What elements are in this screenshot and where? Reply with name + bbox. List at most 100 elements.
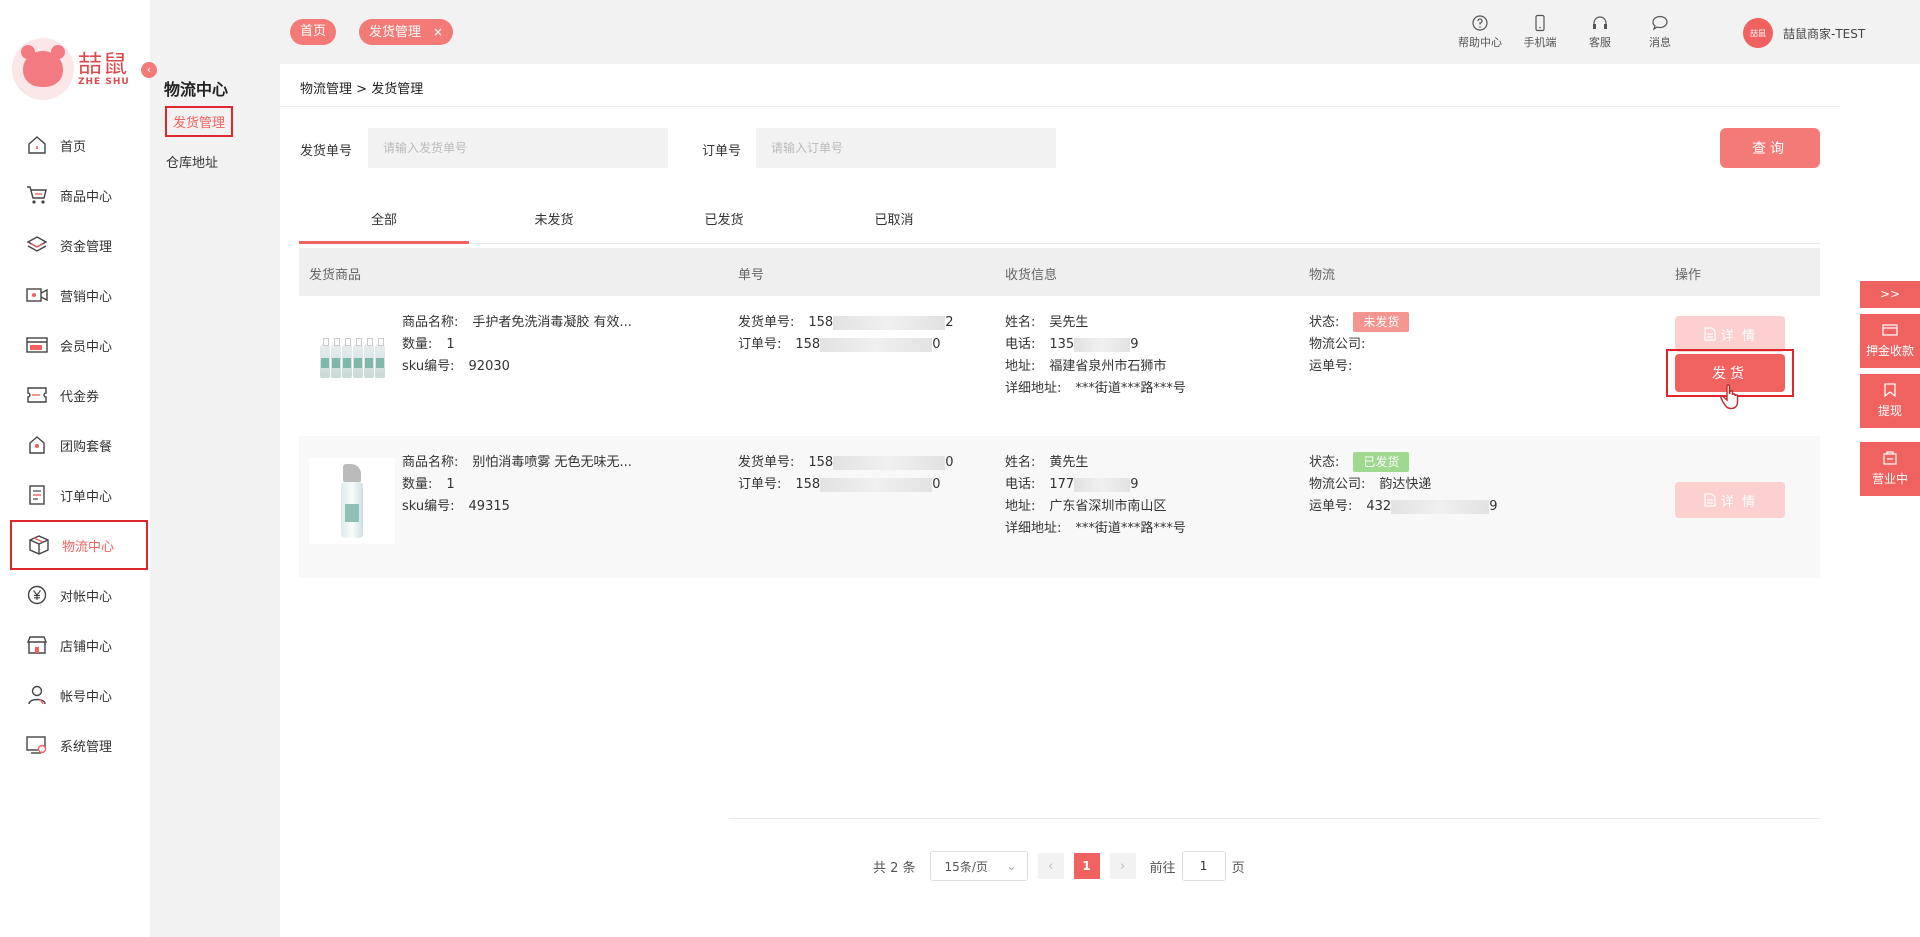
submenu-item-shipping[interactable]: 发货管理: [165, 106, 234, 137]
breadcrumb-current: 发货管理: [371, 82, 424, 97]
tracking-label: 运单号:: [1309, 499, 1353, 514]
breadcrumb-parent[interactable]: 物流管理: [300, 82, 352, 97]
user-icon: [26, 684, 48, 706]
ship-no-field-label: 发货单号:: [738, 455, 795, 470]
phone-label: 电话:: [1005, 477, 1036, 492]
product-image[interactable]: [309, 458, 395, 544]
mouse-logo-icon: [12, 38, 74, 100]
withdraw-button[interactable]: 提现: [1860, 374, 1920, 428]
redacted-blur: [833, 315, 946, 330]
table-row: 商品名称: 别怕消毒喷雾 无色无味无... 数量: 1 sku编号: 49315 发货…: [299, 436, 1820, 578]
detail-button[interactable]: 详 情: [1675, 482, 1785, 518]
float-toggle-button[interactable]: >>: [1860, 281, 1920, 308]
tracking-prefix: 432: [1366, 499, 1392, 514]
sidebar-item-coupons[interactable]: 代金券: [10, 370, 150, 420]
goto-page-input[interactable]: [1181, 851, 1226, 881]
top-bar: 首页 发货管理 × 帮助中心 手机端 客服 消息 喆鼠 喆鼠商家-TEST: [280, 0, 1920, 64]
store-icon: [26, 634, 48, 656]
quantity: 1: [446, 337, 455, 352]
logistics-company: 韵达快递: [1379, 477, 1432, 492]
settings-icon: [26, 734, 48, 756]
sku-label: sku编号:: [402, 359, 455, 374]
tab-cancelled[interactable]: 已取消: [809, 204, 979, 244]
tab-unshipped[interactable]: 未发货: [469, 204, 639, 244]
user-menu[interactable]: 喆鼠 喆鼠商家-TEST: [1743, 18, 1865, 48]
product-image[interactable]: [309, 318, 395, 404]
tracking-no: 432 9: [1366, 496, 1497, 518]
collapse-sidebar-button[interactable]: ‹: [141, 62, 157, 78]
divider: [729, 818, 1820, 819]
close-icon[interactable]: ×: [433, 25, 443, 39]
receiver-address: 广东省深圳市南山区: [1049, 499, 1167, 514]
business-status-button[interactable]: 营业中: [1860, 442, 1920, 496]
sku-label: sku编号:: [402, 499, 455, 514]
page-size-select[interactable]: 15条/页 ⌄: [929, 851, 1028, 881]
tab-all[interactable]: 全部: [299, 204, 469, 244]
sidebar-item-home[interactable]: 首页: [10, 120, 150, 170]
tab-shipped[interactable]: 已发货: [639, 204, 809, 244]
customer-service-button[interactable]: 客服: [1570, 14, 1630, 50]
page-number-current[interactable]: 1: [1073, 853, 1100, 879]
shop-open-icon: [1883, 451, 1897, 465]
mobile-button[interactable]: 手机端: [1510, 14, 1570, 50]
home-icon: [26, 134, 48, 156]
box-icon: [28, 534, 50, 556]
sidebar-item-account[interactable]: 帐号中心: [10, 670, 150, 720]
tab-label: 首页: [300, 24, 327, 39]
chevron-down-icon: ⌄: [1006, 859, 1017, 873]
submenu-item-warehouse[interactable]: 仓库地址: [166, 152, 218, 171]
ship-no-label: 发货单号: [300, 144, 353, 159]
column-header: 发货商品: [309, 268, 362, 283]
brand-logo[interactable]: 喆鼠 ZHE SHU: [12, 38, 130, 100]
sidebar-item-funds[interactable]: 资金管理: [10, 220, 150, 270]
name-label: 姓名:: [1005, 315, 1036, 330]
goto-label: 前往: [1149, 860, 1176, 876]
product-info: 商品名称: 别怕消毒喷雾 无色无味无... 数量: 1 sku编号: 49315: [402, 452, 632, 518]
camera-icon: [26, 284, 48, 306]
shipment-table: 发货商品 单号 收货信息 物流 操作 商品名称: 手护者免洗消毒凝胶 有效... …: [299, 248, 1820, 578]
receiver-detail-address: ***街道***路***号: [1075, 381, 1186, 396]
coupon-icon: [26, 384, 48, 406]
sidebar-item-group-buy[interactable]: 团购套餐: [10, 420, 150, 470]
column-header: 单号: [738, 268, 765, 283]
phone-suffix: 9: [1130, 337, 1139, 352]
sidebar-item-products[interactable]: 商品中心: [10, 170, 150, 220]
sidebar-item-marketing[interactable]: 营销中心: [10, 270, 150, 320]
redacted-blur: [820, 337, 933, 352]
sidebar-item-label: 帐号中心: [60, 689, 113, 705]
sidebar-item-label: 对帐中心: [60, 589, 113, 605]
logistics-info: 状态: 未发货 物流公司: 运单号:: [1309, 312, 1410, 378]
order-no-input[interactable]: [756, 128, 1056, 168]
yen-icon: [26, 584, 48, 606]
sidebar-item-members[interactable]: 会员中心: [10, 320, 150, 370]
order-no-label: 订单号: [702, 144, 742, 159]
messages-button[interactable]: 消息: [1630, 14, 1690, 50]
order-no: 158 0: [795, 474, 940, 496]
sidebar-item-reconciliation[interactable]: 对帐中心: [10, 570, 150, 620]
deposit-button[interactable]: 押金收款: [1860, 314, 1920, 368]
sidebar: 喆鼠 ZHE SHU 首页 商品中心 资金管理 营销中心 会员中心 代金券 团购…: [0, 0, 150, 937]
next-page-button[interactable]: ›: [1109, 853, 1136, 879]
sidebar-item-orders[interactable]: 订单中心: [10, 470, 150, 520]
tab-shipping[interactable]: 发货管理 ×: [359, 19, 454, 45]
redacted-blur: [1074, 477, 1131, 492]
phone-suffix: 9: [1130, 477, 1139, 492]
sidebar-item-store[interactable]: 店铺中心: [10, 620, 150, 670]
company-label: 物流公司:: [1309, 477, 1366, 492]
sidebar-item-logistics[interactable]: 物流中心: [10, 520, 148, 570]
name-label: 姓名:: [1005, 455, 1036, 470]
submenu-title: 物流中心: [164, 80, 229, 99]
sidebar-item-system[interactable]: 系统管理: [10, 720, 150, 770]
redacted-blur: [833, 455, 946, 470]
ship-no-input[interactable]: [368, 128, 668, 168]
tab-home[interactable]: 首页: [290, 19, 337, 45]
receiver-address: 福建省泉州市石狮市: [1049, 359, 1167, 374]
help-center-button[interactable]: 帮助中心: [1450, 14, 1510, 50]
phone-icon: [1535, 14, 1545, 32]
receiver-detail-address: ***街道***路***号: [1075, 521, 1186, 536]
sidebar-item-label: 代金券: [60, 389, 100, 405]
query-button[interactable]: 查询: [1720, 128, 1820, 168]
detail-button[interactable]: 详 情: [1675, 316, 1785, 352]
brand-name-en: ZHE SHU: [78, 77, 130, 87]
prev-page-button[interactable]: ‹: [1037, 853, 1064, 879]
